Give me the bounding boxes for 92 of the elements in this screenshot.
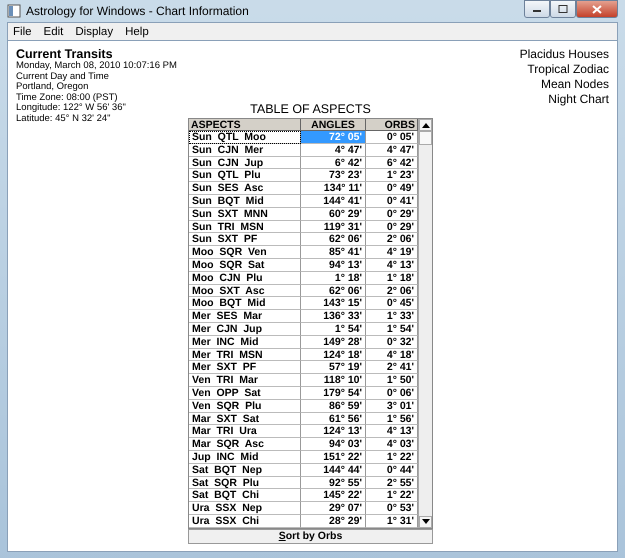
scroll-up-icon[interactable]	[419, 119, 432, 131]
table-cell[interactable]: Moo BQT Mid	[189, 297, 301, 310]
table-cell[interactable]: Mer CJN Jup	[189, 322, 301, 336]
table-cell[interactable]: 1° 54'	[301, 322, 366, 336]
chart-setting: Night Chart	[547, 92, 609, 107]
table-cell[interactable]: Sun QTL Moo	[189, 131, 301, 144]
chart-heading: Current Transits	[16, 47, 114, 61]
table-cell[interactable]: Mar TRI Ura	[189, 425, 301, 438]
table-cell[interactable]: 29° 07'	[301, 502, 366, 515]
table-cell[interactable]: Mer INC Mid	[189, 336, 301, 349]
chart-detail: Latitude: 45° N 32' 24"	[16, 114, 112, 124]
table-cell[interactable]: 179° 54'	[301, 386, 366, 400]
chart-detail: Current Day and Time	[16, 72, 110, 82]
table-cell[interactable]: 57° 19'	[301, 361, 366, 374]
sort-button[interactable]: Sort by Orbs	[188, 528, 433, 544]
chart-detail: Monday, March 08, 2010 10:07:16 PM	[16, 61, 177, 72]
table-cell[interactable]: Ura SSX Nep	[189, 502, 301, 515]
table-cell[interactable]: Jup INC Mid	[189, 450, 301, 464]
table-cell[interactable]: Moo CJN Plu	[189, 272, 301, 285]
chart-detail: Portland, Oregon	[16, 82, 90, 92]
table-cell[interactable]: Ven TRI Mar	[189, 374, 301, 387]
table-cell[interactable]: Sun SXT MNN	[189, 208, 301, 221]
maximize-button[interactable]	[550, 0, 576, 18]
scroll-thumb[interactable]	[419, 131, 432, 145]
table-cell[interactable]: 124° 13'	[301, 425, 366, 438]
window-title: Astrology for Windows - Chart Information	[26, 4, 249, 18]
column-header[interactable]: ANGLES	[301, 119, 366, 131]
scroll-down-icon[interactable]	[419, 516, 432, 528]
table-cell[interactable]: 92° 55'	[301, 476, 366, 490]
maximize-icon	[558, 5, 568, 13]
table-cell[interactable]: 94° 03'	[301, 438, 366, 451]
chart-setting: Tropical Zodiac	[526, 62, 609, 77]
close-button[interactable]	[576, 0, 618, 18]
table-cell[interactable]: Sun SES Asc	[189, 182, 301, 195]
table-cell[interactable]: 94° 13'	[301, 258, 366, 272]
table-cell[interactable]: 124° 18'	[301, 348, 366, 362]
table-cell[interactable]: Ven OPP Sat	[189, 386, 301, 400]
chart-detail: Longitude: 122° W 56' 36"	[16, 103, 127, 114]
table-cell[interactable]: Sun CJN Mer	[189, 144, 301, 157]
table-cell[interactable]: Ven SQR Plu	[189, 400, 301, 413]
menu-item[interactable]: Edit	[44, 26, 64, 38]
table-cell[interactable]: Mer SXT PF	[189, 361, 301, 374]
table-cell[interactable]: 144° 41'	[301, 194, 366, 208]
table-cell[interactable]: 134° 11'	[301, 182, 366, 195]
table-cell[interactable]: Moo SQR Sat	[189, 258, 301, 272]
app-icon	[7, 4, 21, 18]
table-cell[interactable]: Sat SQR Plu	[189, 476, 301, 490]
table-cell[interactable]: 60° 29'	[301, 208, 366, 221]
table-cell[interactable]: 1° 18'	[301, 272, 366, 285]
table-cell[interactable]: 28° 29'	[301, 514, 366, 528]
table-cell[interactable]: 73° 23'	[301, 169, 366, 182]
table-cell[interactable]: Sat BQT Nep	[189, 464, 301, 477]
table-cell[interactable]: 151° 22'	[301, 450, 366, 464]
table-cell[interactable]: 118° 10'	[301, 374, 366, 387]
table-cell[interactable]: Sun CJN Jup	[189, 156, 301, 170]
table-title: TABLE OF ASPECTS	[249, 102, 372, 116]
table-cell[interactable]: 4° 47'	[301, 144, 366, 157]
column-header[interactable]: ORBS	[366, 119, 418, 131]
table-cell[interactable]: 119° 31'	[301, 220, 366, 234]
table-cell[interactable]: Sun TRI MSN	[189, 220, 301, 234]
table-cell[interactable]: Ura SSX Chi	[189, 514, 301, 528]
table-cell[interactable]: 145° 22'	[301, 489, 366, 502]
table-cell[interactable]: 149° 28'	[301, 336, 366, 349]
table-cell[interactable]: 144° 44'	[301, 464, 366, 477]
menu-item[interactable]: File	[13, 26, 32, 38]
table-cell[interactable]: Mar SQR Asc	[189, 438, 301, 451]
table-cell[interactable]: Mar SXT Sat	[189, 412, 301, 426]
chart-detail: Time Zone: 08:00 (PST)	[16, 92, 119, 103]
scrollbar[interactable]	[418, 119, 432, 528]
table-cell[interactable]: 62° 06'	[301, 284, 366, 298]
table-cell[interactable]: Sat BQT Chi	[189, 489, 301, 502]
menu-item[interactable]: Display	[75, 26, 114, 38]
table-cell[interactable]: 143° 15'	[301, 297, 366, 310]
table-cell[interactable]: Mer SES Mar	[189, 310, 301, 323]
table-cell[interactable]: 85° 41'	[301, 246, 366, 259]
table-cell[interactable]: 6° 42'	[301, 156, 366, 170]
chart-setting: Mean Nodes	[540, 77, 609, 92]
menu-item[interactable]: Help	[125, 26, 149, 38]
table-cell[interactable]: Moo SXT Asc	[189, 284, 301, 298]
table-cell[interactable]: Moo SQR Ven	[189, 246, 301, 259]
table-cell[interactable]: Mer TRI MSN	[189, 348, 301, 362]
table-cell[interactable]: 61° 56'	[301, 412, 366, 426]
table-cell[interactable]: 136° 33'	[301, 310, 366, 323]
close-icon	[592, 4, 602, 14]
table-cell[interactable]: Sun SXT PF	[189, 233, 301, 246]
table-cell[interactable]: 62° 06'	[301, 233, 366, 246]
chart-setting: Placidus Houses	[520, 47, 609, 62]
table-cell[interactable]: 86° 59'	[301, 400, 366, 413]
table-cell[interactable]: Sun QTL Plu	[189, 169, 301, 182]
table-cell[interactable]: Sun BQT Mid	[189, 194, 301, 208]
minimize-button[interactable]	[524, 0, 550, 18]
column-header[interactable]: ASPECTS	[189, 119, 301, 131]
